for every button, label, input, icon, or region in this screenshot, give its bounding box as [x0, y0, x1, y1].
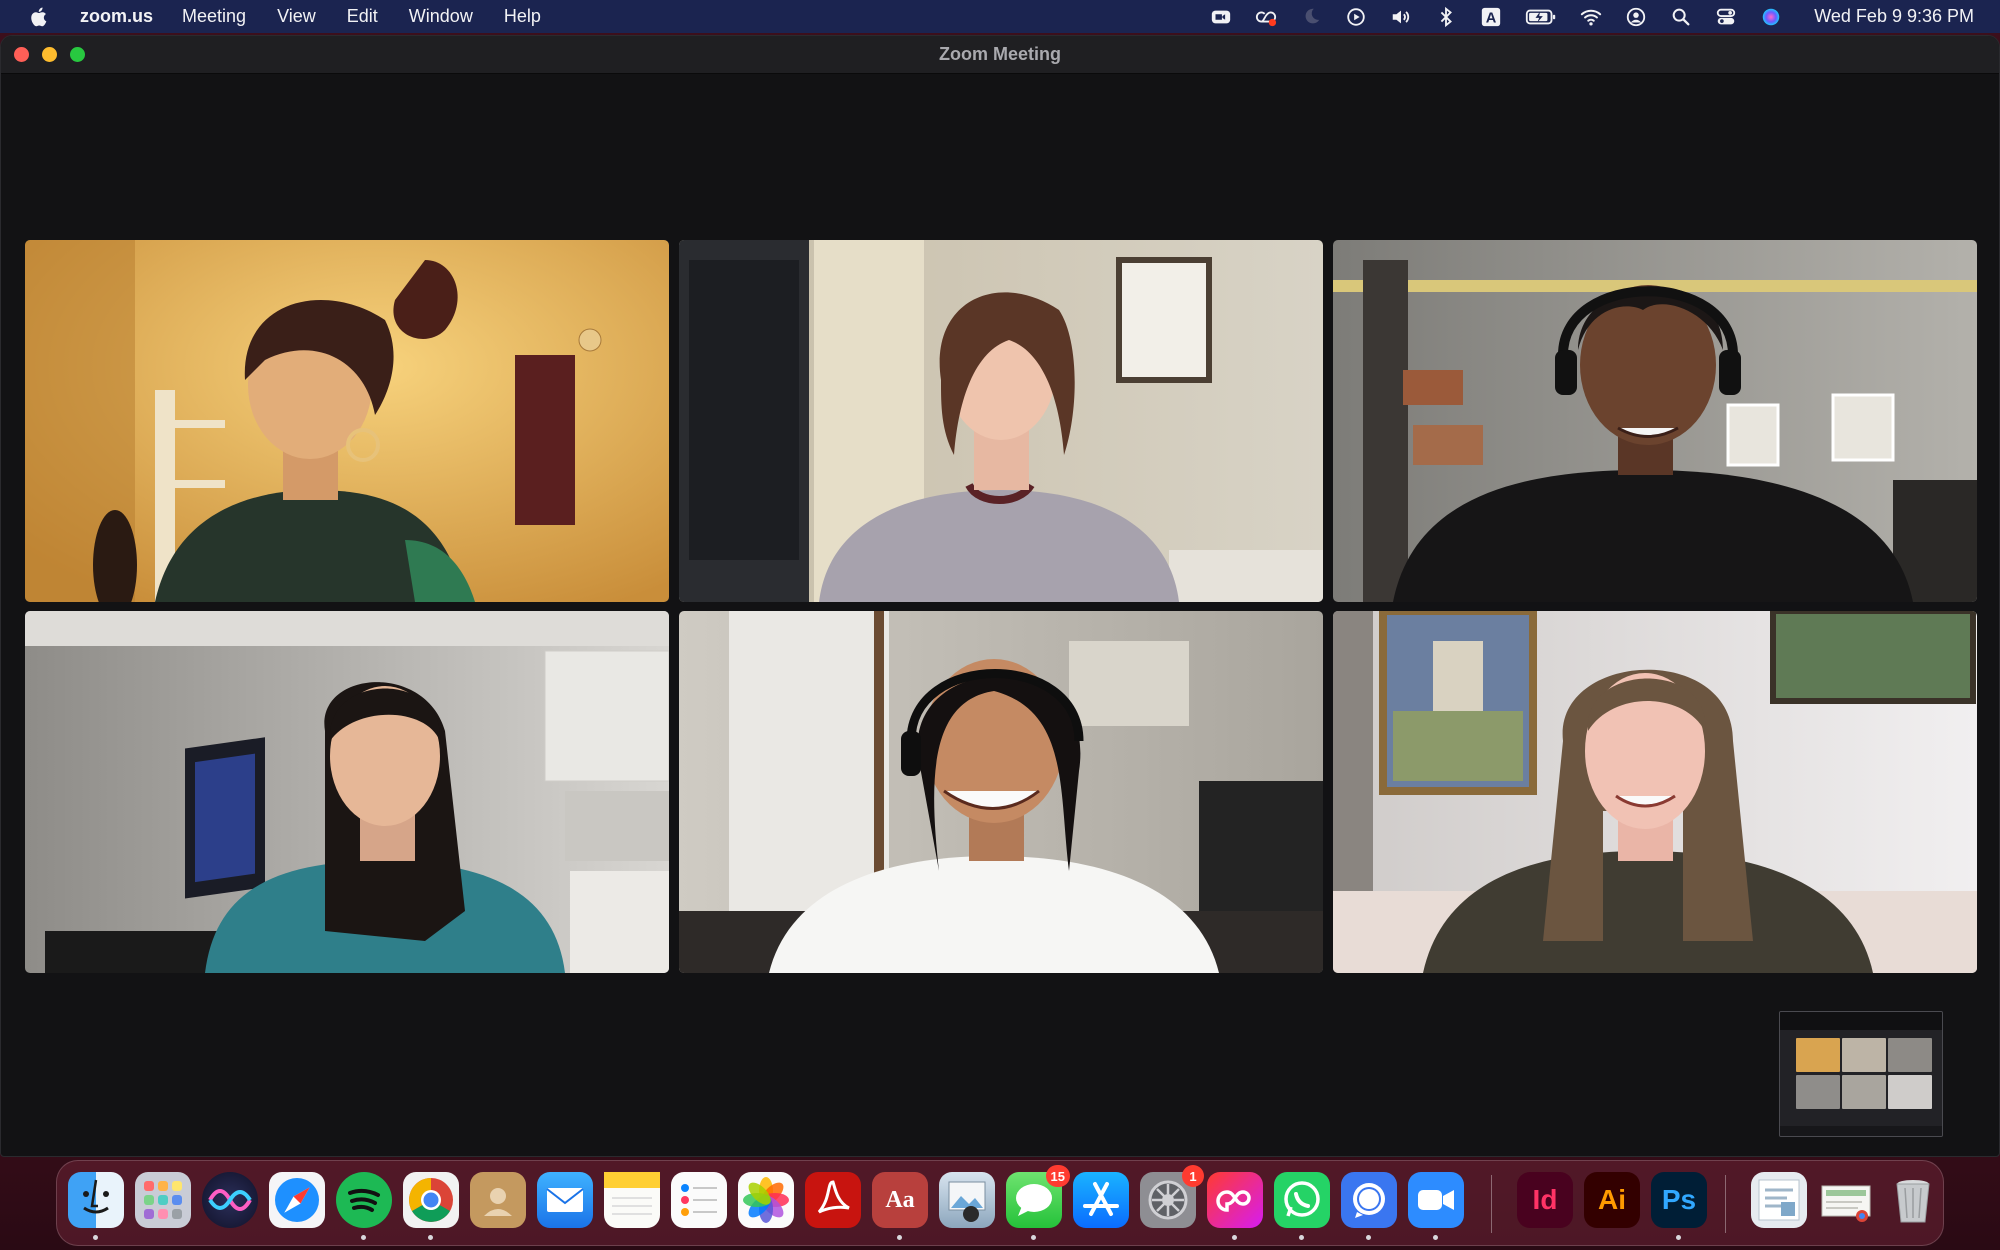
illustrator-icon[interactable]: Ai — [1584, 1172, 1640, 1228]
menu-bar: zoom.us Meeting View Edit Window Help A — [0, 0, 2000, 33]
indesign-label: Id — [1532, 1184, 1558, 1215]
launchpad-icon[interactable] — [135, 1172, 191, 1228]
dictionary-running-indicator — [897, 1235, 902, 1240]
participant-video-4[interactable] — [25, 611, 669, 973]
battery-charging-icon[interactable] — [1524, 5, 1558, 29]
input-source-letter: A — [1486, 10, 1497, 26]
participant-video-5[interactable] — [679, 611, 1323, 973]
gallery-view — [25, 240, 1977, 973]
thumbnail-tile-5 — [1842, 1075, 1886, 1109]
indesign-icon[interactable]: Id — [1517, 1172, 1573, 1228]
signal-icon[interactable] — [1341, 1172, 1397, 1228]
preview-icon[interactable] — [939, 1172, 995, 1228]
minimize-window-button[interactable] — [42, 47, 57, 62]
dock-separator-2 — [1725, 1175, 1726, 1233]
apple-menu-icon[interactable] — [28, 6, 50, 28]
menu-view[interactable]: View — [277, 6, 316, 27]
window-title-bar[interactable]: Zoom Meeting — [1, 36, 1999, 74]
status-area: A Wed Feb 9 9:36 PM — [1209, 0, 2000, 33]
participant-video-1[interactable] — [25, 240, 669, 602]
whatsapp-running-indicator — [1299, 1235, 1304, 1240]
trash-icon[interactable] — [1885, 1172, 1941, 1228]
finder-icon[interactable] — [68, 1172, 124, 1228]
siri-icon[interactable] — [202, 1172, 258, 1228]
messages-unread-badge: 15 — [1045, 1165, 1070, 1187]
finder-running-indicator — [93, 1235, 98, 1240]
thumbnail-preview[interactable] — [1779, 1011, 1943, 1137]
input-source-icon[interactable]: A — [1479, 5, 1503, 29]
close-window-button[interactable] — [14, 47, 29, 62]
menu-help[interactable]: Help — [504, 6, 541, 27]
thumbnail-tile-2 — [1842, 1038, 1886, 1072]
thumbnail-gallery — [1796, 1038, 1932, 1110]
thumbnail-tile-6 — [1888, 1075, 1932, 1109]
safari-icon[interactable] — [269, 1172, 325, 1228]
participant-video-2[interactable] — [679, 240, 1323, 602]
downloads-stack-icon[interactable] — [1751, 1172, 1807, 1228]
system-preferences-icon[interactable]: 1 — [1140, 1165, 1204, 1228]
thumbnail-tile-1 — [1796, 1038, 1840, 1072]
zoom-icon[interactable] — [1408, 1172, 1464, 1228]
thumbnail-tile-4 — [1796, 1075, 1840, 1109]
notes-icon[interactable] — [604, 1172, 660, 1228]
spotify-icon[interactable] — [336, 1172, 392, 1228]
creative-cloud-icon[interactable] — [1207, 1172, 1263, 1228]
photoshop-running-indicator — [1676, 1235, 1681, 1240]
fullscreen-window-button[interactable] — [70, 47, 85, 62]
menu-edit[interactable]: Edit — [347, 6, 378, 27]
wifi-icon[interactable] — [1579, 5, 1603, 29]
spotlight-search-icon[interactable] — [1669, 5, 1693, 29]
illustrator-label: Ai — [1598, 1184, 1626, 1215]
contacts-icon[interactable] — [470, 1172, 526, 1228]
system-preferences-badge: 1 — [1182, 1165, 1204, 1187]
creative-cloud-sync-icon[interactable] — [1254, 5, 1278, 29]
participant-video-3[interactable] — [1333, 240, 1977, 602]
signal-running-indicator — [1366, 1235, 1371, 1240]
mail-icon[interactable] — [537, 1172, 593, 1228]
dictionary-icon[interactable]: Aa — [872, 1172, 928, 1228]
zoom-status-icon[interactable] — [1209, 5, 1233, 29]
documents-stack-icon[interactable] — [1818, 1172, 1874, 1228]
participant-video-6[interactable] — [1333, 611, 1977, 973]
dictionary-label: Aa — [885, 1186, 915, 1213]
messages-icon[interactable]: 15 — [1006, 1165, 1070, 1228]
photos-icon[interactable] — [738, 1172, 794, 1228]
dock: Aa 15 1 Id Ai Ps — [56, 1160, 1944, 1246]
siri-icon[interactable] — [1759, 5, 1783, 29]
zoom-meeting-window: Zoom Meeting — [0, 35, 2000, 1157]
menu-window[interactable]: Window — [409, 6, 473, 27]
zoom-running-indicator — [1433, 1235, 1438, 1240]
photoshop-icon[interactable]: Ps — [1651, 1172, 1707, 1228]
volume-icon[interactable] — [1389, 5, 1413, 29]
user-account-icon[interactable] — [1624, 5, 1648, 29]
app-store-icon[interactable] — [1073, 1172, 1129, 1228]
chrome-running-indicator — [428, 1235, 433, 1240]
dock-separator-1 — [1491, 1175, 1492, 1233]
creative-cloud-running-indicator — [1232, 1235, 1237, 1240]
thumbnail-tile-3 — [1888, 1038, 1932, 1072]
bluetooth-icon[interactable] — [1434, 5, 1458, 29]
window-title: Zoom Meeting — [939, 44, 1061, 64]
menu-meeting[interactable]: Meeting — [182, 6, 246, 27]
acrobat-icon[interactable] — [805, 1172, 861, 1228]
photoshop-label: Ps — [1661, 1184, 1697, 1215]
menu-app-name[interactable]: zoom.us — [80, 6, 153, 27]
thumbnail-toolbar — [1780, 1012, 1942, 1030]
moon-icon[interactable] — [1299, 5, 1323, 29]
reminders-icon[interactable] — [671, 1172, 727, 1228]
menu-bar-clock[interactable]: Wed Feb 9 9:36 PM — [1814, 6, 1974, 27]
thumbnail-dock-strip — [1780, 1126, 1942, 1136]
spotify-running-indicator — [361, 1235, 366, 1240]
traffic-lights — [14, 47, 98, 62]
whatsapp-icon[interactable] — [1274, 1172, 1330, 1228]
control-center-icon[interactable] — [1714, 5, 1738, 29]
messages-running-indicator — [1031, 1235, 1036, 1240]
chrome-icon[interactable] — [403, 1172, 459, 1228]
play-circle-icon[interactable] — [1344, 5, 1368, 29]
